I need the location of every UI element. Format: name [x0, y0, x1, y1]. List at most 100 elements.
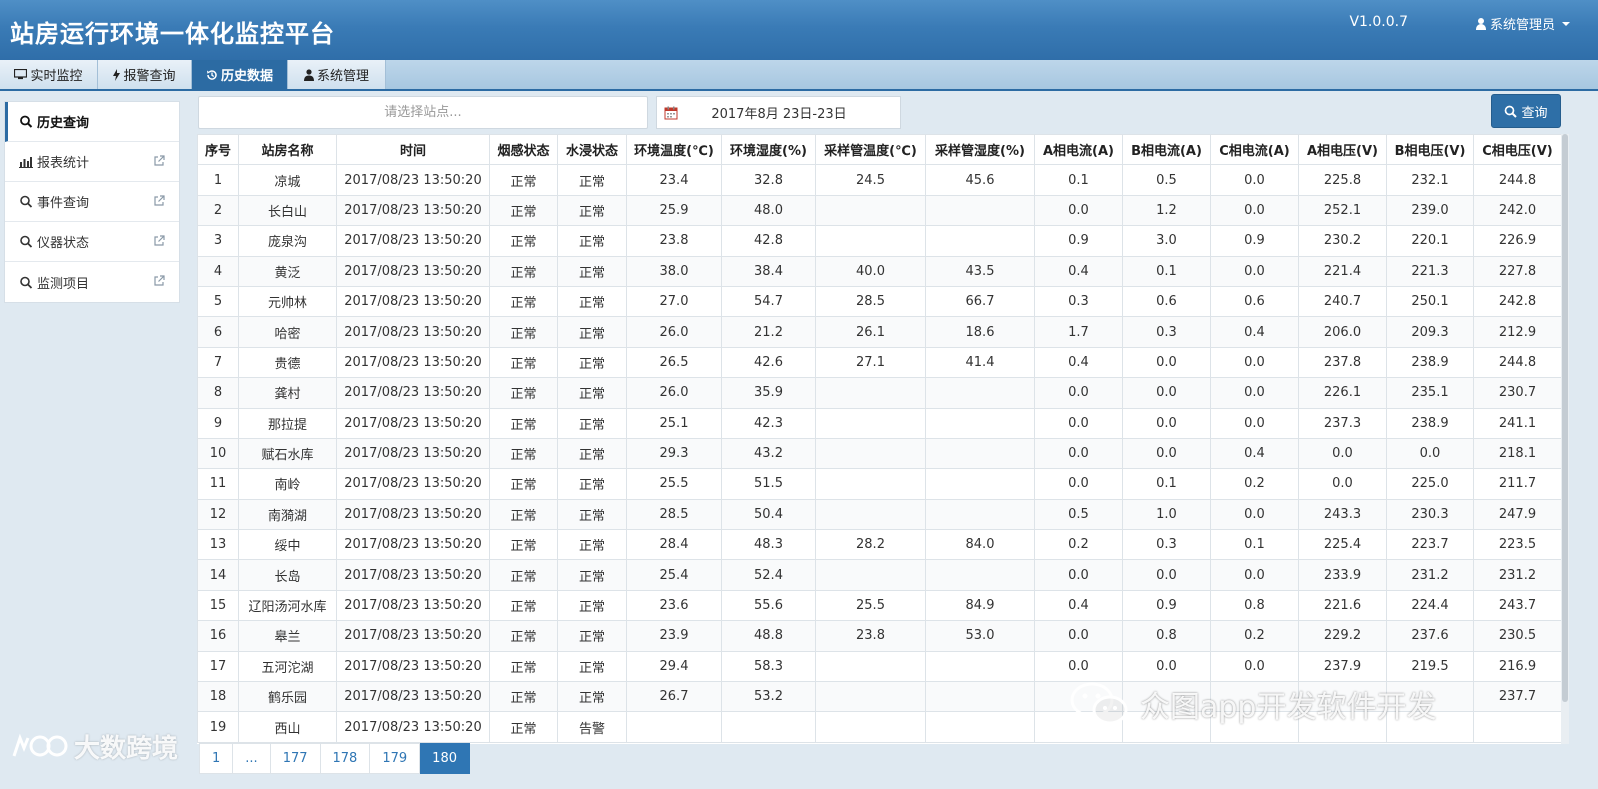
table-cell: 14: [197, 559, 239, 591]
tab-history-data[interactable]: 历史数据: [192, 60, 288, 89]
table-cell: 正常: [557, 681, 627, 713]
table-cell: 11: [197, 468, 239, 500]
tab-realtime-monitor[interactable]: 实时监控: [0, 60, 98, 89]
table-cell: 辽阳汤河水库: [238, 589, 337, 622]
table-cell: 庞泉沟: [238, 225, 337, 257]
table-cell: 正常: [557, 285, 627, 318]
table-cell: 6: [197, 316, 239, 348]
table-row[interactable]: 6 哈密 2017/08/23 13:50:20 正常 正常 26.0 21.2 26.1 18…: [197, 316, 1561, 348]
table-row[interactable]: 8 龚村 2017/08/23 13:50:20 正常 正常 26.0 35.9 0.0 0.0…: [197, 377, 1561, 409]
table-row[interactable]: 10 赋石水库 2017/08/23 13:50:20 正常 正常 29.3 43.2 0.0…: [197, 437, 1561, 470]
watermark-right: 众图app开发软件开发: [1068, 680, 1436, 728]
table-row[interactable]: 2 长白山 2017/08/23 13:50:20 正常 正常 25.9 48.0 0.0 1.…: [197, 194, 1561, 227]
table-cell: 27.0: [626, 285, 722, 318]
table-row[interactable]: 4 黄泛 2017/08/23 13:50:20 正常 正常 38.0 38.4 40.0 43…: [197, 255, 1561, 287]
table-cell: 正常: [489, 559, 558, 591]
table-cell: 0.0: [1210, 194, 1299, 227]
table-cell: 2: [197, 194, 239, 227]
table-row[interactable]: 17 五河沱湖 2017/08/23 13:50:20 正常 正常 29.4 58.3 0.0…: [197, 650, 1561, 683]
tab-system-management[interactable]: 系统管理: [288, 60, 386, 89]
table-cell: 正常: [489, 711, 558, 743]
table-cell: 55.6: [721, 589, 816, 622]
table-row[interactable]: 15 辽阳汤河水库 2017/08/23 13:50:20 正常 正常 23.6 55.6 2…: [197, 589, 1561, 622]
table-cell: 232.1: [1386, 164, 1474, 196]
table-cell: 225.0: [1386, 468, 1474, 500]
table-cell: [925, 498, 1035, 531]
table-cell: 247.9: [1473, 498, 1561, 531]
sidebar-item-report-stats[interactable]: 报表统计: [5, 142, 179, 182]
table-cell: 0.0: [1298, 468, 1387, 500]
table-cell: 0.0: [1210, 164, 1299, 196]
table-row[interactable]: 16 皋兰 2017/08/23 13:50:20 正常 正常 23.9 48.8 23.8 5…: [197, 620, 1561, 652]
table-cell: [815, 468, 926, 500]
date-range-picker[interactable]: 2017年8月 23日-23日: [656, 96, 901, 129]
table-cell: 237.6: [1386, 620, 1474, 652]
sidebar-item-label: 事件查询: [37, 196, 90, 211]
pagination-page[interactable]: 178: [320, 743, 371, 774]
table-cell: 25.4: [626, 559, 722, 591]
sidebar-item-label: 报表统计: [37, 156, 90, 171]
tab-alarm-query[interactable]: 报警查询: [98, 60, 192, 89]
table-row[interactable]: 11 南岭 2017/08/23 13:50:20 正常 正常 25.5 51.5 0.0 0.…: [197, 468, 1561, 500]
table-row[interactable]: 14 长岛 2017/08/23 13:50:20 正常 正常 25.4 52.4 0.0 0.…: [197, 559, 1561, 591]
sidebar-item-event-query[interactable]: 事件查询: [5, 182, 179, 222]
table-cell: [925, 377, 1035, 409]
table-cell: 5: [197, 285, 239, 318]
pagination-page[interactable]: 1: [199, 743, 234, 774]
table-cell: 1.2: [1122, 194, 1211, 227]
table-cell: 正常: [489, 620, 558, 652]
table-cell: 正常: [557, 164, 627, 196]
sidebar-item-label: 监测项目: [37, 276, 90, 292]
table-cell: 84.0: [925, 529, 1035, 561]
table-cell: [925, 407, 1035, 439]
table-cell: 244.8: [1473, 164, 1561, 196]
sidebar-item-monitoring-items[interactable]: 监测项目: [5, 262, 179, 302]
watermark-left: 大数跨境: [10, 728, 178, 765]
query-button[interactable]: 查询: [1491, 94, 1561, 128]
table-cell: [815, 559, 926, 591]
table-cell: 237.8: [1298, 346, 1387, 379]
table-cell: 正常: [489, 346, 558, 379]
sidebar-item-instrument-status[interactable]: 仪器状态: [5, 222, 179, 262]
column-header: C相电流(A): [1210, 134, 1299, 166]
pagination-page[interactable]: 177: [270, 743, 321, 774]
station-select-input[interactable]: [198, 96, 648, 129]
external-link-icon: [154, 155, 165, 166]
table-row[interactable]: 3 庞泉沟 2017/08/23 13:50:20 正常 正常 23.8 42.8 0.9 3.…: [197, 225, 1561, 257]
table-cell: 52.4: [721, 559, 816, 591]
table-row[interactable]: 13 绥中 2017/08/23 13:50:20 正常 正常 28.4 48.3 28.2 8…: [197, 529, 1561, 561]
table-cell: 0.0: [1034, 468, 1123, 500]
table-cell: 216.9: [1473, 650, 1561, 683]
table-cell: 235.1: [1386, 377, 1474, 409]
table-row[interactable]: 5 元帅林 2017/08/23 13:50:20 正常 正常 27.0 54.7 28.5 6…: [197, 285, 1561, 318]
sidebar-item-history-query[interactable]: 历史查询: [5, 102, 179, 142]
table-cell: 206.0: [1298, 316, 1387, 348]
pagination-page[interactable]: 179: [370, 743, 421, 774]
vertical-scrollbar[interactable]: [1561, 134, 1569, 744]
user-menu[interactable]: 系统管理员: [1475, 14, 1570, 33]
pagination: 1... 177 178 179 180: [199, 743, 470, 774]
table-row[interactable]: 9 那拉提 2017/08/23 13:50:20 正常 正常 25.1 42.3 0.0 0.…: [197, 407, 1561, 439]
table-row[interactable]: 7 贵德 2017/08/23 13:50:20 正常 正常 26.5 42.6 27.1 41…: [197, 346, 1561, 379]
scrollbar-thumb[interactable]: [1562, 134, 1568, 702]
table-row[interactable]: 1 凉城 2017/08/23 13:50:20 正常 正常 23.4 32.8 24.5 45…: [197, 164, 1561, 196]
pagination-ellipsis[interactable]: ...: [233, 743, 271, 774]
table-cell: 2017/08/23 13:50:20: [336, 164, 490, 196]
query-button-label: 查询: [1521, 105, 1548, 121]
pagination-page[interactable]: 180: [420, 743, 470, 774]
table-cell: 26.0: [626, 316, 722, 348]
column-header: 时间: [336, 134, 490, 166]
column-header: C相电压(V): [1473, 134, 1561, 166]
table-cell: 8: [197, 377, 239, 409]
table-cell: 220.1: [1386, 225, 1474, 257]
history-data-table-container: 序号 站房名称 时间 烟感状态 水浸状态 环境温度(℃) 环境湿度(%) 采样管温度(℃) 采样…: [197, 134, 1561, 744]
table-row[interactable]: 12 南漪湖 2017/08/23 13:50:20 正常 正常 28.5 50.4 0.5 1…: [197, 498, 1561, 531]
table-cell: 227.8: [1473, 255, 1561, 287]
table-cell: 0.1: [1210, 529, 1299, 561]
table-cell: 2017/08/23 13:50:20: [336, 620, 490, 652]
calendar-icon: [664, 106, 678, 119]
version-label: V1.0.0.7: [1349, 14, 1408, 30]
table-cell: [925, 194, 1035, 227]
table-cell: 221.4: [1298, 255, 1387, 287]
table-cell: 23.4: [626, 164, 722, 196]
